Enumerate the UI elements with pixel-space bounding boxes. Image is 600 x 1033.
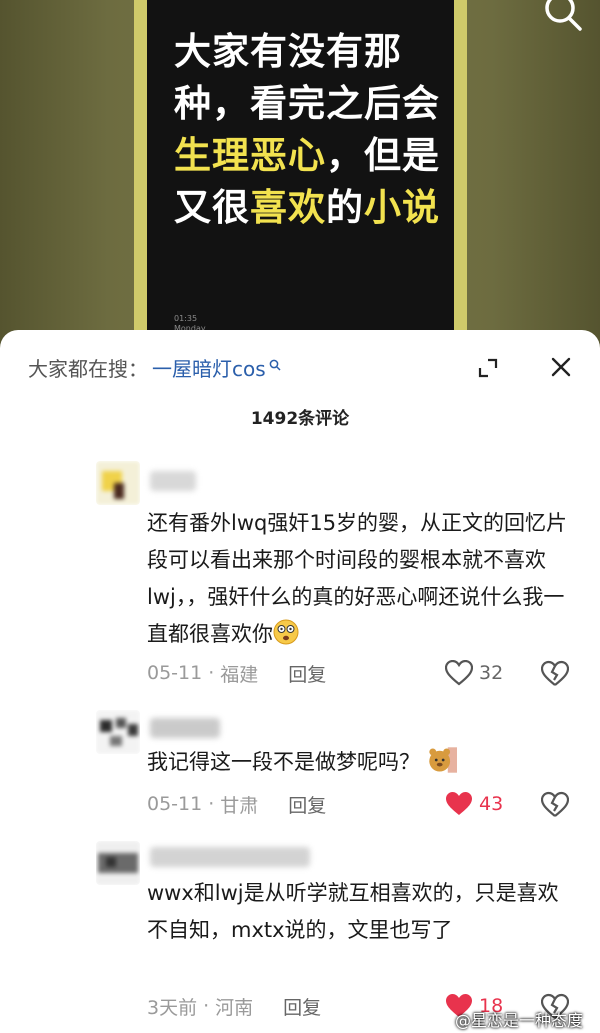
like-count: 32	[479, 662, 504, 684]
username[interactable]	[150, 718, 220, 738]
separator: ·	[208, 793, 215, 815]
username[interactable]	[150, 471, 196, 491]
separator: ·	[203, 995, 210, 1017]
small-search-icon	[269, 359, 281, 371]
search-prefix: 大家都在搜：	[28, 357, 148, 381]
bear-emoji-icon	[428, 747, 457, 773]
broken-heart-icon[interactable]	[541, 791, 569, 819]
heart-icon	[446, 792, 472, 815]
comment-location: 甘肃	[220, 794, 259, 817]
watermark: @星恋是一种态度	[455, 1011, 584, 1030]
reply-button[interactable]: 回复	[288, 791, 326, 818]
comment-date: 05-11	[147, 662, 203, 684]
expand-icon[interactable]	[476, 356, 500, 380]
heart-icon	[445, 660, 473, 686]
username[interactable]	[150, 847, 310, 867]
like-button[interactable]: 32	[445, 659, 503, 687]
dizzy-face-emoji-icon	[273, 619, 299, 645]
comment-text: 还有番外lwq强奸15岁的婴，从正文的回忆片段可以看出来那个时间段的婴根本就不喜…	[147, 511, 568, 646]
comment-meta: 05-11 · 甘肃 回复	[147, 790, 326, 818]
comment-meta: 05-11 · 福建 回复	[147, 659, 326, 687]
avatar[interactable]	[96, 841, 140, 885]
separator: ·	[208, 662, 215, 684]
search-keyword[interactable]: 一屋暗灯cos	[152, 354, 266, 384]
search-icon[interactable]	[540, 0, 584, 34]
close-icon[interactable]	[548, 354, 574, 380]
comment-text: 我记得这一段不是做梦呢吗？	[147, 744, 577, 781]
avatar[interactable]	[96, 710, 140, 754]
comment-location: 河南	[215, 996, 254, 1019]
comment-date: 05-11	[147, 793, 203, 815]
search-suggestion[interactable]: 大家都在搜： 一屋暗灯cos	[28, 354, 281, 384]
like-button[interactable]: 43	[445, 790, 503, 818]
reply-button[interactable]: 回复	[288, 660, 326, 687]
comment-text: wwx和lwj是从听学就互相喜欢的，只是喜欢不自知，mxtx说的，文里也写了	[147, 881, 559, 942]
like-count: 43	[479, 793, 504, 815]
comment-meta: 3天前 · 河南 回复	[147, 992, 321, 1020]
video-caption: 大家有没有那种，看完之后会生理恶心，但是又很喜欢的小说	[174, 30, 440, 229]
reply-button[interactable]: 回复	[283, 993, 321, 1020]
comment-location: 福建	[220, 663, 259, 686]
comment-date: 3天前	[147, 996, 198, 1019]
broken-heart-icon[interactable]	[541, 660, 569, 688]
avatar[interactable]	[96, 461, 140, 505]
comment-count: 1492条评论	[250, 409, 350, 429]
